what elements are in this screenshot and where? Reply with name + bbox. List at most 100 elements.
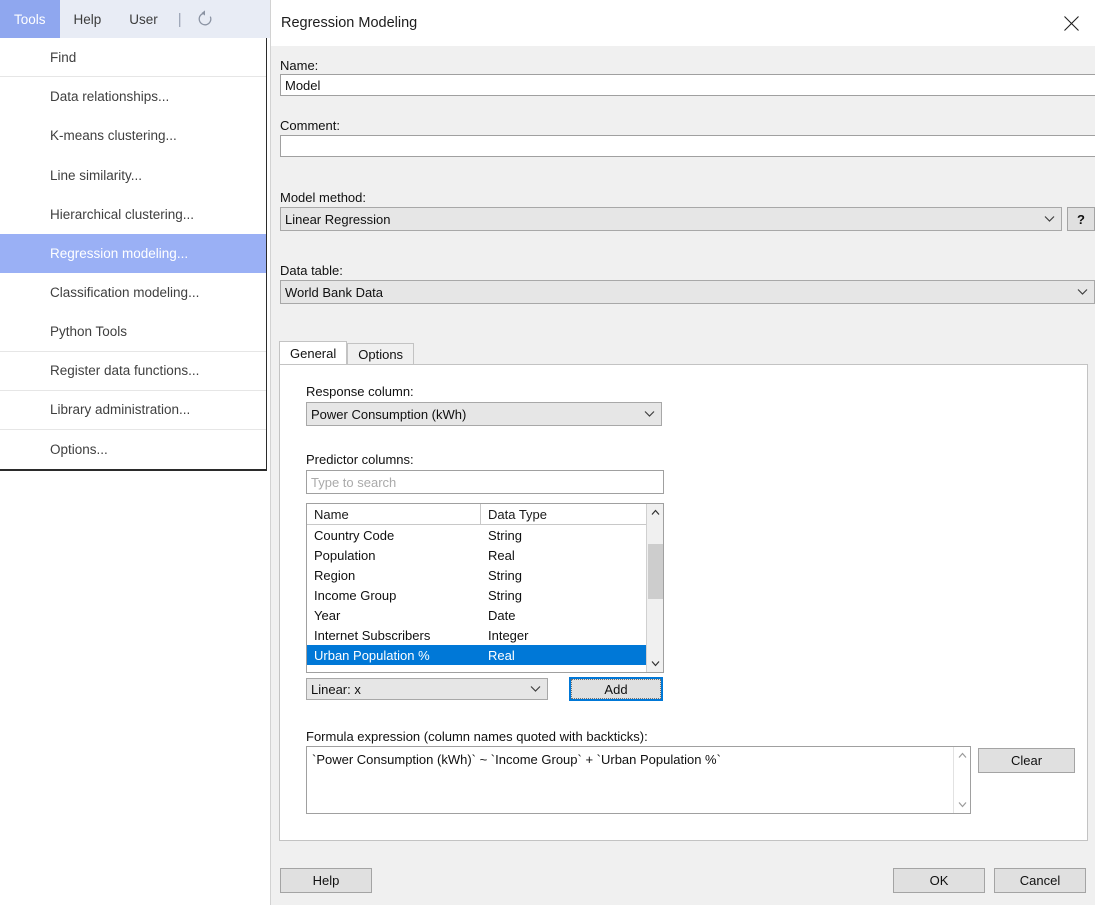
menubar-item-tools[interactable]: Tools — [0, 0, 60, 38]
menubar-item-user-label: User — [129, 11, 158, 27]
scrollbar-thumb[interactable] — [648, 544, 663, 599]
table-row[interactable]: Country Code String — [307, 525, 663, 545]
column-header-name[interactable]: Name — [307, 504, 481, 524]
chevron-down-icon — [527, 685, 543, 693]
response-column-select[interactable]: Power Consumption (kWh) — [306, 402, 662, 426]
menu-item-python-tools[interactable]: Python Tools — [0, 312, 266, 352]
clear-button[interactable]: Clear — [978, 748, 1075, 773]
row-name: Internet Subscribers — [314, 627, 431, 643]
scroll-up-icon[interactable] — [954, 747, 970, 764]
add-button[interactable]: Add — [569, 677, 663, 701]
data-table-value: World Bank Data — [285, 284, 384, 300]
tab-general-label: General — [290, 345, 337, 361]
menu-item-options-label: Options... — [50, 441, 108, 457]
predictor-columns-label: Predictor columns: — [306, 452, 414, 467]
menu-item-line-similarity-label: Line similarity... — [50, 167, 143, 183]
menubar-item-tools-label: Tools — [14, 11, 46, 27]
menu-item-regression-modeling-label: Regression modeling... — [50, 246, 189, 262]
row-name: Population — [314, 547, 376, 563]
cancel-button[interactable]: Cancel — [994, 868, 1086, 893]
menu-item-library-administration[interactable]: Library administration... — [0, 391, 266, 430]
predictor-list-header: Name Data Type — [307, 504, 663, 525]
menu-item-register-data-functions[interactable]: Register data functions... — [0, 352, 266, 391]
menu-item-python-tools-label: Python Tools — [50, 323, 128, 339]
row-data-type: String — [488, 527, 522, 543]
formula-expression-value: `Power Consumption (kWh)` ~ `Income Grou… — [312, 752, 721, 767]
table-row[interactable]: Population Real — [307, 545, 663, 565]
tab-options[interactable]: Options — [347, 343, 415, 364]
row-name: Income Group — [314, 587, 397, 603]
close-icon[interactable] — [1051, 6, 1091, 40]
chevron-down-icon — [1074, 288, 1090, 296]
tools-menu-popup: Find Data relationships... K-means clust… — [0, 38, 267, 472]
menu-item-k-means-clustering[interactable]: K-means clustering... — [0, 116, 266, 155]
table-row[interactable]: Region String — [307, 565, 663, 585]
dialog-title: Regression Modeling — [281, 15, 418, 31]
dialog-body: Name: Model Comment: Model method: Linea… — [271, 46, 1095, 905]
comment-input[interactable] — [280, 135, 1095, 157]
tab-options-label: Options — [358, 346, 404, 362]
row-data-type: Integer — [488, 627, 529, 643]
row-data-type: Real — [488, 647, 515, 663]
menubar-item-help-label: Help — [73, 11, 102, 27]
menu-item-k-means-clustering-label: K-means clustering... — [50, 128, 177, 144]
ok-button[interactable]: OK — [893, 868, 985, 893]
menu-item-library-administration-label: Library administration... — [50, 402, 191, 418]
menubar-item-user[interactable]: User — [115, 0, 172, 38]
menu-bar: Tools Help User | — [0, 0, 270, 38]
table-row[interactable]: Year Date — [307, 605, 663, 625]
chevron-down-icon — [641, 410, 657, 418]
data-table-label: Data table: — [280, 263, 343, 278]
add-button-label: Add — [604, 681, 628, 697]
column-header-data-type[interactable]: Data Type — [481, 504, 663, 524]
menu-item-hierarchical-clustering-label: Hierarchical clustering... — [50, 206, 195, 222]
chevron-down-icon — [1041, 215, 1057, 223]
scroll-down-icon[interactable] — [954, 796, 970, 813]
data-table-select[interactable]: World Bank Data — [280, 280, 1095, 304]
application-menu-region: Tools Help User | Find Data relationship… — [0, 0, 270, 905]
menu-item-classification-modeling-label: Classification modeling... — [50, 285, 200, 301]
row-data-type: Date — [488, 607, 516, 623]
predictor-search-placeholder: Type to search — [311, 474, 397, 490]
menubar-divider-glyph: | — [177, 10, 182, 28]
menu-item-line-similarity[interactable]: Line similarity... — [0, 156, 266, 195]
menu-item-classification-modeling[interactable]: Classification modeling... — [0, 273, 266, 312]
response-column-label: Response column: — [306, 384, 414, 399]
dialog-titlebar: Regression Modeling — [271, 0, 1095, 46]
table-row[interactable]: Internet Subscribers Integer — [307, 625, 663, 645]
menu-item-hierarchical-clustering[interactable]: Hierarchical clustering... — [0, 195, 266, 234]
comment-label: Comment: — [280, 118, 340, 133]
help-button[interactable]: Help — [280, 868, 372, 893]
predictor-list-scrollbar[interactable] — [646, 504, 663, 672]
menu-item-options[interactable]: Options... — [0, 430, 266, 469]
menubar-item-help[interactable]: Help — [60, 0, 116, 38]
table-row[interactable]: Income Group String — [307, 585, 663, 605]
menu-item-data-relationships[interactable]: Data relationships... — [0, 77, 266, 116]
model-method-help-button[interactable]: ? — [1067, 207, 1095, 231]
clear-button-label: Clear — [1010, 753, 1043, 768]
formula-expression-input[interactable]: `Power Consumption (kWh)` ~ `Income Grou… — [306, 746, 971, 814]
formula-scrollbar[interactable] — [953, 747, 970, 813]
model-method-select[interactable]: Linear Regression — [280, 207, 1062, 231]
menu-item-regression-modeling[interactable]: Regression modeling... — [0, 233, 266, 274]
scroll-up-icon[interactable] — [647, 504, 663, 521]
help-button-label: Help — [312, 873, 340, 888]
formula-expression-label: Formula expression (column names quoted … — [306, 729, 648, 744]
refresh-icon[interactable] — [188, 0, 222, 38]
row-name: Country Code — [314, 527, 395, 543]
name-input-value: Model — [285, 77, 321, 93]
term-type-value: Linear: x — [311, 681, 361, 697]
table-row-selected[interactable]: Urban Population % Real — [307, 645, 663, 665]
term-type-select[interactable]: Linear: x — [306, 678, 548, 700]
name-input[interactable]: Model — [280, 74, 1095, 96]
menu-item-find[interactable]: Find — [0, 38, 266, 78]
model-method-value: Linear Regression — [285, 211, 391, 227]
row-data-type: Real — [488, 547, 515, 563]
scroll-down-icon[interactable] — [647, 655, 663, 672]
tab-strip: General Options — [279, 341, 415, 364]
predictor-columns-list[interactable]: Name Data Type Country Code String Popul… — [306, 503, 664, 673]
menubar-divider: | — [172, 0, 188, 38]
predictor-search-input[interactable]: Type to search — [306, 470, 664, 494]
cancel-button-label: Cancel — [1019, 873, 1061, 888]
tab-general[interactable]: General — [279, 341, 348, 364]
